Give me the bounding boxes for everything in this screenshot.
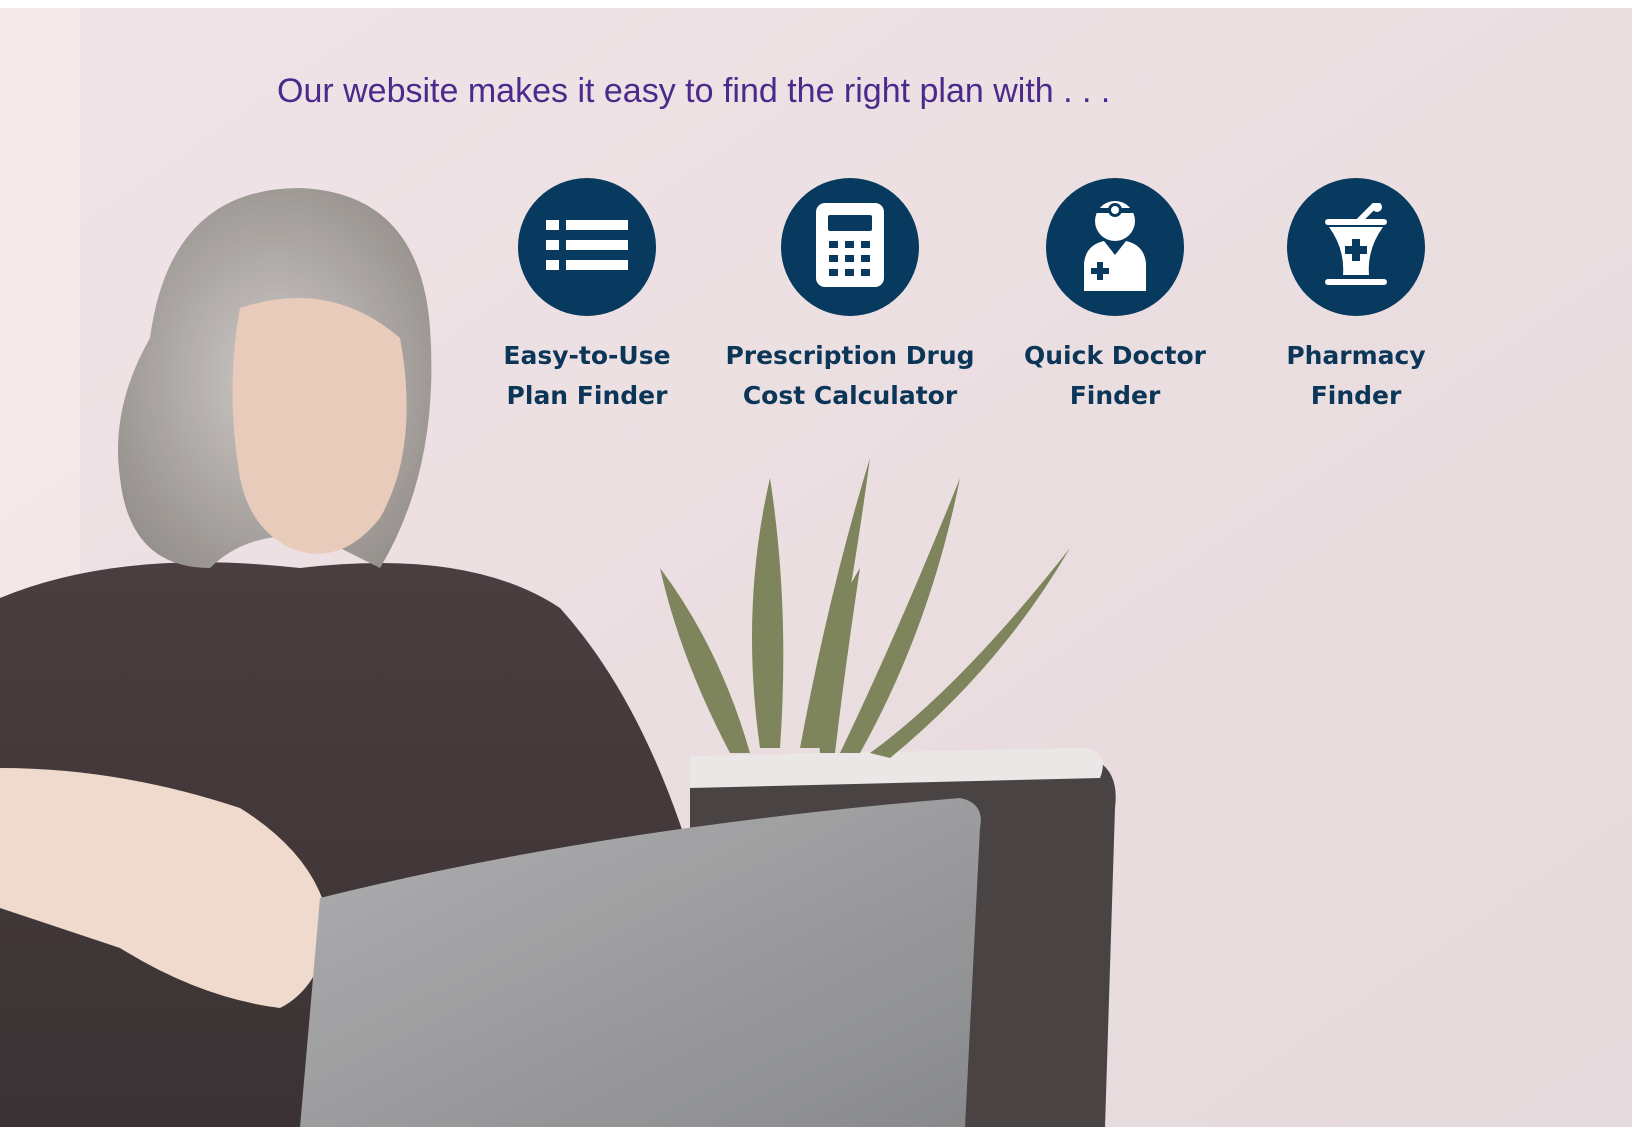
woman-with-laptop-photo [0, 8, 1632, 1127]
feature-label: Quick Doctor Finder [1024, 341, 1206, 410]
feature-doctor-finder[interactable]: Quick Doctor Finder [985, 178, 1245, 416]
background-photo [0, 8, 1632, 1127]
plan-finder-button[interactable] [518, 178, 656, 316]
feature-label: Easy-to-Use Plan Finder [503, 341, 671, 410]
mortar-pestle-icon [1323, 201, 1389, 292]
feature-cost-calculator[interactable]: Prescription Drug Cost Calculator [720, 178, 980, 416]
pharmacy-finder-button[interactable] [1287, 178, 1425, 316]
feature-plan-finder[interactable]: Easy-to-Use Plan Finder [457, 178, 717, 416]
doctor-finder-button[interactable] [1046, 178, 1184, 316]
calculator-icon [816, 202, 884, 292]
cost-calculator-button[interactable] [781, 178, 919, 316]
doctor-icon [1080, 199, 1150, 296]
list-icon [546, 219, 628, 275]
feature-label: Pharmacy Finder [1286, 341, 1426, 410]
headline: Our website makes it easy to find the ri… [277, 72, 1111, 110]
hero-banner: Our website makes it easy to find the ri… [0, 0, 1632, 1127]
feature-label: Prescription Drug Cost Calculator [725, 341, 975, 410]
feature-pharmacy-finder[interactable]: Pharmacy Finder [1226, 178, 1486, 416]
